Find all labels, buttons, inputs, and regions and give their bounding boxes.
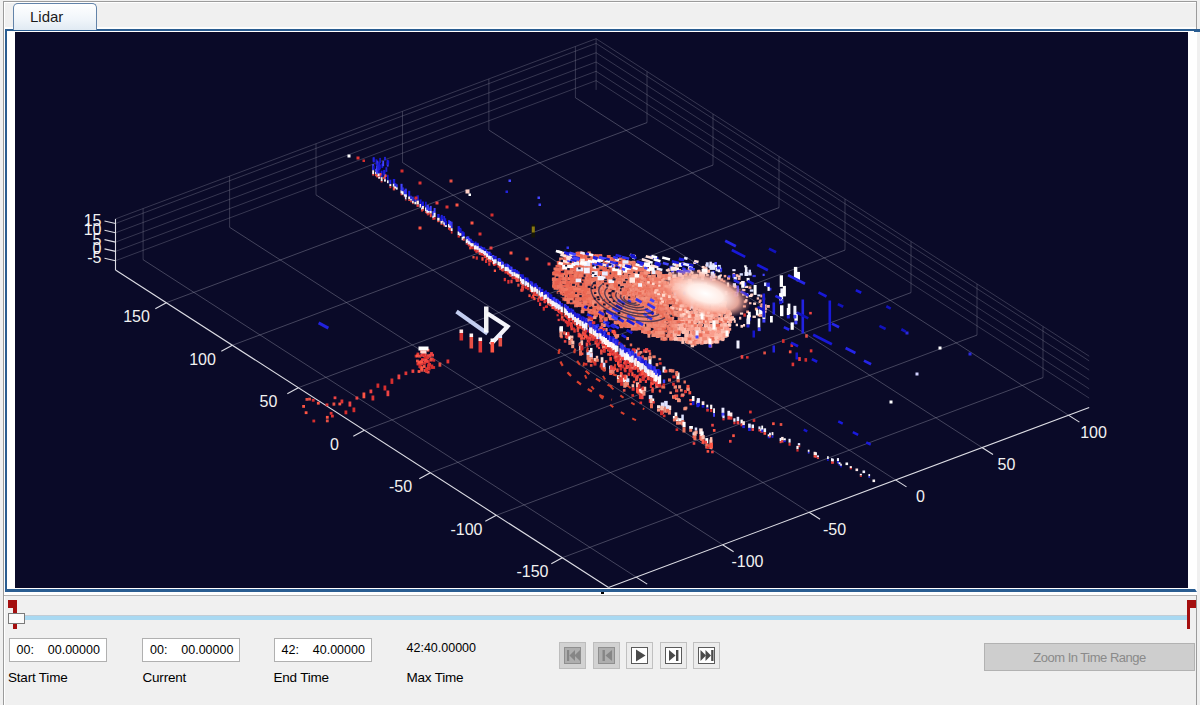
svg-text:150: 150 — [123, 307, 150, 324]
svg-text:0: 0 — [330, 435, 339, 452]
svg-text:-100: -100 — [731, 552, 763, 569]
svg-text:15: 15 — [83, 211, 101, 228]
svg-text:0: 0 — [916, 487, 925, 504]
svg-text:-150: -150 — [516, 562, 548, 579]
svg-text:-50: -50 — [388, 477, 411, 494]
svg-text:-100: -100 — [450, 520, 482, 537]
svg-text:100: 100 — [189, 350, 216, 367]
svg-text:50: 50 — [997, 455, 1015, 472]
svg-text:50: 50 — [259, 392, 277, 409]
svg-text:-50: -50 — [822, 520, 845, 537]
svg-text:100: 100 — [1080, 423, 1107, 440]
